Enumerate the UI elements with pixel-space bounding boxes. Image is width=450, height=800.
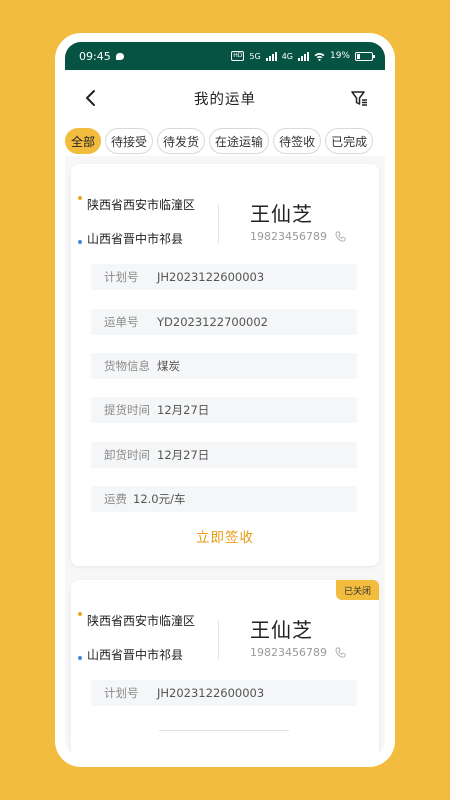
info-value: JH2023122600003: [157, 270, 265, 284]
contact: 王仙芝 19823456789: [250, 614, 346, 659]
wifi-icon: [314, 52, 325, 61]
order-list[interactable]: 陕西省西安市临潼区 山西省晋中市祁县 王仙芝 19823456789 计划号 J…: [65, 156, 385, 758]
tab-pending-accept[interactable]: 待接受: [105, 128, 154, 154]
tab-pending-sign[interactable]: 待签收: [273, 128, 322, 154]
contact-name: 王仙芝: [250, 202, 313, 226]
chevron-left-icon: [86, 90, 95, 106]
destination-address: 山西省晋中市祁县: [87, 232, 184, 246]
tab-all[interactable]: 全部: [65, 128, 102, 154]
info-value: 12月27日: [157, 403, 210, 417]
status-badge: 已关闭: [335, 580, 379, 600]
info-value: YD2023122700002: [157, 315, 268, 329]
origin-dot: [78, 612, 82, 616]
hd-icon: HD: [231, 51, 245, 61]
contact-name: 王仙芝: [250, 618, 313, 642]
filter-button[interactable]: [347, 86, 371, 110]
origin-dot: [78, 196, 82, 200]
divider: [218, 620, 219, 660]
page-title: 我的运单: [194, 91, 256, 108]
info-value: 12.0元/车: [133, 492, 186, 506]
destination-address: 山西省晋中市祁县: [87, 648, 184, 662]
info-unload-time: 卸货时间 12月27日: [91, 442, 357, 468]
route: 陕西省西安市临潼区 山西省晋中市祁县: [78, 196, 217, 246]
info-value: JH2023122600003: [157, 686, 265, 700]
sign-now-button[interactable]: 立即签收: [71, 526, 379, 546]
signal-5g-icon: [265, 51, 277, 61]
info-freight: 运费 12.0元/车: [91, 486, 357, 512]
chat-notification-icon: [115, 52, 124, 60]
contact: 王仙芝 19823456789: [250, 198, 346, 243]
status-tabs: 全部 待接受 待发货 在途运输 待签收 已完成: [65, 126, 385, 156]
info-label: 提货时间: [104, 403, 150, 417]
phone-call-icon[interactable]: [335, 231, 346, 242]
info-waybill-number: 运单号 YD2023122700002: [91, 309, 357, 335]
info-label: 货物信息: [104, 359, 150, 373]
faded-row: [159, 730, 289, 731]
info-plan-number: 计划号 JH2023122600003: [91, 680, 357, 706]
tab-pending-ship[interactable]: 待发货: [157, 128, 206, 154]
destination-dot: [78, 656, 82, 660]
order-card[interactable]: 陕西省西安市临潼区 山西省晋中市祁县 王仙芝 19823456789 计划号 J…: [71, 164, 379, 566]
info-value: 煤炭: [157, 359, 180, 373]
route: 陕西省西安市临潼区 山西省晋中市祁县: [78, 612, 217, 662]
info-label: 计划号: [104, 686, 139, 700]
phone-call-icon[interactable]: [335, 647, 346, 658]
destination-dot: [78, 240, 82, 244]
info-label: 卸货时间: [104, 448, 150, 462]
status-time: 09:45: [79, 49, 111, 63]
info-label: 运费: [104, 492, 127, 506]
info-value: 12月27日: [157, 448, 210, 462]
battery-fill: [357, 53, 360, 59]
nav-bar: 我的运单: [65, 70, 385, 126]
divider: [218, 204, 219, 244]
order-card[interactable]: 已关闭 陕西省西安市临潼区 山西省晋中市祁县 王仙芝 19823456789 计…: [71, 580, 379, 758]
signal-4g-icon: [297, 51, 309, 61]
battery-percent: 19%: [329, 51, 350, 61]
back-button[interactable]: [79, 86, 103, 110]
battery-icon: [355, 51, 375, 61]
status-bar: 09:45 HD 5G 4G 19%: [65, 42, 385, 70]
filter-icon: [351, 91, 367, 106]
phone-frame: 09:45 HD 5G 4G 19% 我的运单 全部 待接受 待发货 在途运输 …: [55, 33, 395, 767]
origin-address: 陕西省西安市临潼区: [87, 614, 196, 628]
network-5g-label: 5G: [249, 51, 261, 61]
contact-phone: 19823456789: [250, 646, 327, 659]
app-screen: 09:45 HD 5G 4G 19% 我的运单 全部 待接受 待发货 在途运输 …: [65, 42, 385, 758]
info-pickup-time: 提货时间 12月27日: [91, 397, 357, 423]
tab-completed[interactable]: 已完成: [325, 128, 374, 154]
tab-in-transit[interactable]: 在途运输: [209, 128, 270, 154]
network-4g-label: 4G: [281, 51, 293, 61]
contact-phone: 19823456789: [250, 230, 327, 243]
origin-address: 陕西省西安市临潼区: [87, 198, 196, 212]
info-label: 运单号: [104, 315, 139, 329]
info-plan-number: 计划号 JH2023122600003: [91, 264, 357, 290]
info-label: 计划号: [104, 270, 139, 284]
info-cargo: 货物信息 煤炭: [91, 353, 357, 379]
